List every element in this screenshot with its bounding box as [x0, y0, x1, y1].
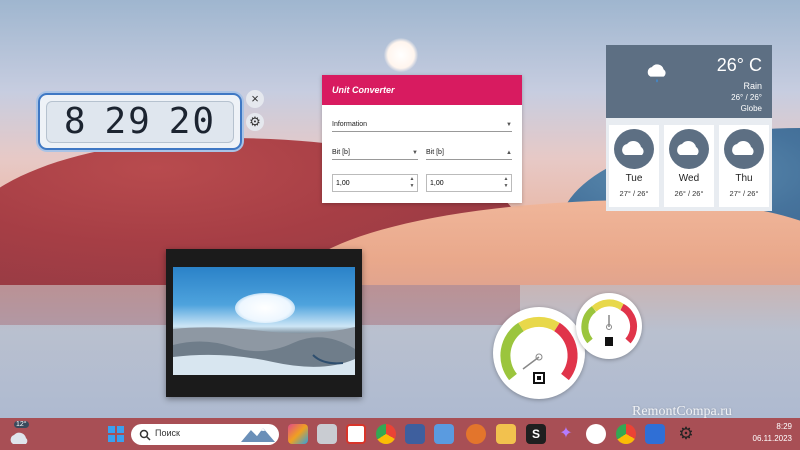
forecast-day-range: 26° / 26°: [674, 189, 704, 198]
from-unit-select[interactable]: Bit [b] ▼: [332, 147, 418, 160]
weather-badge: 12°: [14, 421, 29, 428]
sun: [384, 38, 418, 72]
save-icon[interactable]: [405, 424, 425, 444]
to-value-stepper[interactable]: ▲ ▼: [502, 176, 510, 190]
memory-gauge-widget[interactable]: [576, 293, 642, 359]
taskbar: 12° Поиск S ✦ ⚙ 8:29 06.11.2023: [0, 418, 800, 450]
cloud-icon: [10, 432, 28, 444]
search-icon: [139, 429, 151, 441]
forecast-day-range: 27° / 26°: [619, 189, 649, 198]
cloud-icon: [669, 129, 709, 169]
current-range: 26° / 26°: [731, 93, 762, 102]
cpu-gauge-dial: [500, 316, 578, 384]
from-value-input[interactable]: 1,00 ▲ ▼: [332, 174, 418, 192]
current-temperature: 26° C: [716, 55, 762, 75]
from-value-text: 1,00: [336, 180, 350, 187]
clock-hours: 8: [63, 101, 88, 142]
clock-close-button[interactable]: ×: [246, 90, 264, 108]
to-unit-select[interactable]: Bit [b] ▲: [426, 147, 512, 160]
unit-converter-widget: Unit Converter Information ▼ Bit [b] ▼ B…: [322, 75, 522, 203]
weather-taskbar-button[interactable]: 12°: [6, 421, 34, 446]
forecast-day: Wed 26° / 26°: [664, 125, 714, 207]
to-value-input[interactable]: 1,00 ▲ ▼: [426, 174, 512, 192]
start-button[interactable]: [106, 424, 126, 444]
chevron-down-icon: ▼: [506, 122, 512, 128]
to-unit-value: Bit [b]: [426, 149, 444, 156]
forecast-day-range: 27° / 26°: [729, 189, 759, 198]
sparkle-icon[interactable]: ✦: [556, 424, 576, 444]
forecast-day-name: Tue: [625, 173, 643, 184]
cloud-icon: [614, 129, 654, 169]
app-grid-icon[interactable]: [645, 424, 665, 444]
gear-icon[interactable]: ⚙: [676, 424, 696, 444]
window-icon[interactable]: [317, 424, 337, 444]
chrome-profile-icon[interactable]: [616, 424, 636, 444]
system-date: 06.11.2023: [752, 434, 792, 443]
app-icon[interactable]: [288, 424, 308, 444]
clock-minutes: 29: [104, 101, 152, 142]
landscape-photo: [173, 267, 355, 375]
search-placeholder: Поиск: [155, 428, 180, 438]
unit-converter-title: Unit Converter: [322, 75, 522, 105]
chevron-down-icon: ▼: [412, 150, 418, 156]
forecast-day: Tue 27° / 26°: [609, 125, 659, 207]
search-highlight-icon: [241, 428, 275, 442]
category-select[interactable]: Information ▼: [332, 119, 512, 132]
start-icon: [108, 426, 124, 442]
watermark: RemontCompa.ru: [632, 404, 732, 418]
to-value-text: 1,00: [430, 180, 444, 187]
browser-icon[interactable]: [466, 424, 486, 444]
clock-seconds: 20: [168, 101, 217, 142]
chrome-icon[interactable]: [376, 424, 396, 444]
system-clock[interactable]: 8:29 06.11.2023: [753, 421, 792, 445]
photo-frame-widget[interactable]: [166, 249, 362, 397]
location: Globe: [740, 104, 762, 113]
forecast-day-name: Thu: [735, 173, 753, 184]
folder-icon[interactable]: [496, 424, 516, 444]
category-value: Information: [332, 121, 368, 128]
s-icon[interactable]: S: [526, 424, 546, 444]
desktop-wallpaper: 8 29 20 × ⚙ Unit Converter Information ▼…: [0, 0, 800, 418]
clock-display: 8 29 20: [46, 100, 234, 143]
chevron-up-icon: ▲: [506, 150, 512, 156]
rain-cloud-icon: [647, 64, 666, 83]
current-condition: Rain: [743, 81, 762, 91]
from-unit-value: Bit [b]: [332, 149, 350, 156]
clock-widget[interactable]: 8 29 20: [38, 93, 242, 150]
search-box[interactable]: Поиск: [131, 424, 279, 445]
weather-current: 26° C Rain 26° / 26° Globe: [606, 45, 772, 118]
system-time: 8:29: [776, 422, 792, 431]
photo-shore: [173, 327, 355, 375]
weather-widget[interactable]: 26° C Rain 26° / 26° Globe Tue 27° / 26°…: [606, 45, 772, 211]
cpu-gauge-widget[interactable]: [493, 307, 585, 399]
clock-settings-button[interactable]: ⚙: [246, 113, 264, 131]
forecast-day-name: Wed: [678, 173, 700, 184]
pencil-icon[interactable]: [434, 424, 454, 444]
forecast-day: Thu 27° / 26°: [719, 125, 769, 207]
power-icon[interactable]: [346, 424, 366, 444]
cloud-icon: [724, 129, 764, 169]
chatgpt-icon[interactable]: [586, 424, 606, 444]
memory-gauge-dial: [581, 299, 638, 346]
from-value-stepper[interactable]: ▲ ▼: [408, 176, 416, 190]
